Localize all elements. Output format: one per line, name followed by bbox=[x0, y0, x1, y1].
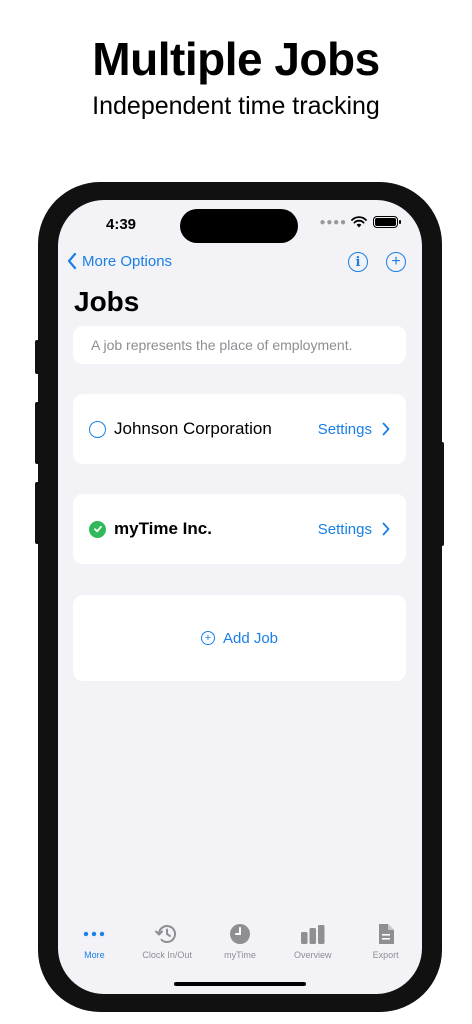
battery-icon bbox=[373, 216, 401, 228]
add-button[interactable]: + bbox=[386, 252, 406, 272]
phone-power-button bbox=[439, 442, 444, 546]
clock-icon bbox=[229, 922, 251, 946]
tab-bar: More Clock In/Out myTime Overview Export bbox=[58, 922, 422, 972]
ellipsis-icon bbox=[83, 922, 105, 946]
info-button[interactable]: i bbox=[348, 252, 368, 272]
phone-volume-down bbox=[35, 482, 40, 544]
phone-volume-up bbox=[35, 402, 40, 464]
status-time: 4:39 bbox=[106, 216, 137, 233]
job-name: myTime Inc. bbox=[114, 519, 212, 538]
document-icon bbox=[377, 922, 395, 946]
status-indicators: ● ● ● ● bbox=[319, 216, 401, 228]
job-name: Johnson Corporation bbox=[114, 419, 272, 438]
add-job-label: Add Job bbox=[222, 629, 279, 647]
chevron-right-icon bbox=[382, 522, 390, 536]
clock-history-icon bbox=[155, 922, 179, 946]
chevron-left-icon bbox=[67, 252, 77, 270]
plus-icon: + bbox=[391, 253, 401, 270]
description-card: A job represents the place of employment… bbox=[73, 326, 406, 364]
cellular-signal-icon: ● ● ● ● bbox=[319, 216, 346, 228]
bar-chart-icon bbox=[300, 922, 326, 946]
back-button[interactable]: More Options bbox=[66, 252, 172, 270]
phone-silent-switch bbox=[35, 340, 40, 374]
back-button-label: More Options bbox=[82, 252, 173, 270]
home-indicator bbox=[174, 982, 306, 986]
tab-mytime[interactable]: myTime bbox=[204, 922, 277, 972]
info-icon: i bbox=[355, 254, 361, 270]
job-settings-button[interactable]: Settings bbox=[318, 421, 390, 438]
tab-label: myTime bbox=[224, 950, 256, 960]
wifi-icon bbox=[351, 216, 367, 228]
tab-label: More bbox=[84, 950, 105, 960]
job-row-johnson[interactable]: Johnson Corporation Settings bbox=[73, 394, 406, 464]
promo-subheadline: Independent time tracking bbox=[92, 92, 380, 120]
checkmark-icon bbox=[93, 525, 102, 533]
tab-export[interactable]: Export bbox=[349, 922, 422, 972]
chevron-right-icon bbox=[382, 422, 390, 436]
plus-circle-icon: + bbox=[200, 631, 215, 645]
dynamic-island bbox=[180, 209, 298, 243]
settings-label: Settings bbox=[317, 420, 372, 438]
unselected-circle-icon[interactable] bbox=[89, 420, 106, 438]
description-text: A job represents the place of employment… bbox=[91, 337, 353, 353]
app-screen: 4:39 ● ● ● ● More Options i + Jobs A job… bbox=[58, 200, 422, 994]
tab-clock-in-out[interactable]: Clock In/Out bbox=[131, 922, 204, 972]
settings-label: Settings bbox=[317, 520, 372, 538]
nav-actions: i + bbox=[348, 252, 406, 272]
checkmark-circle-icon[interactable] bbox=[89, 520, 106, 538]
page-title: Jobs bbox=[74, 286, 140, 317]
tab-overview[interactable]: Overview bbox=[276, 922, 349, 972]
tab-label: Overview bbox=[294, 950, 332, 960]
tab-more[interactable]: More bbox=[58, 922, 131, 972]
add-job-button[interactable]: + Add Job bbox=[73, 595, 406, 681]
tab-label: Clock In/Out bbox=[142, 950, 192, 960]
job-settings-button[interactable]: Settings bbox=[318, 521, 390, 538]
tab-label: Export bbox=[372, 950, 399, 960]
promo-headline: Multiple Jobs bbox=[92, 33, 380, 85]
job-row-mytime[interactable]: myTime Inc. Settings bbox=[73, 494, 406, 564]
